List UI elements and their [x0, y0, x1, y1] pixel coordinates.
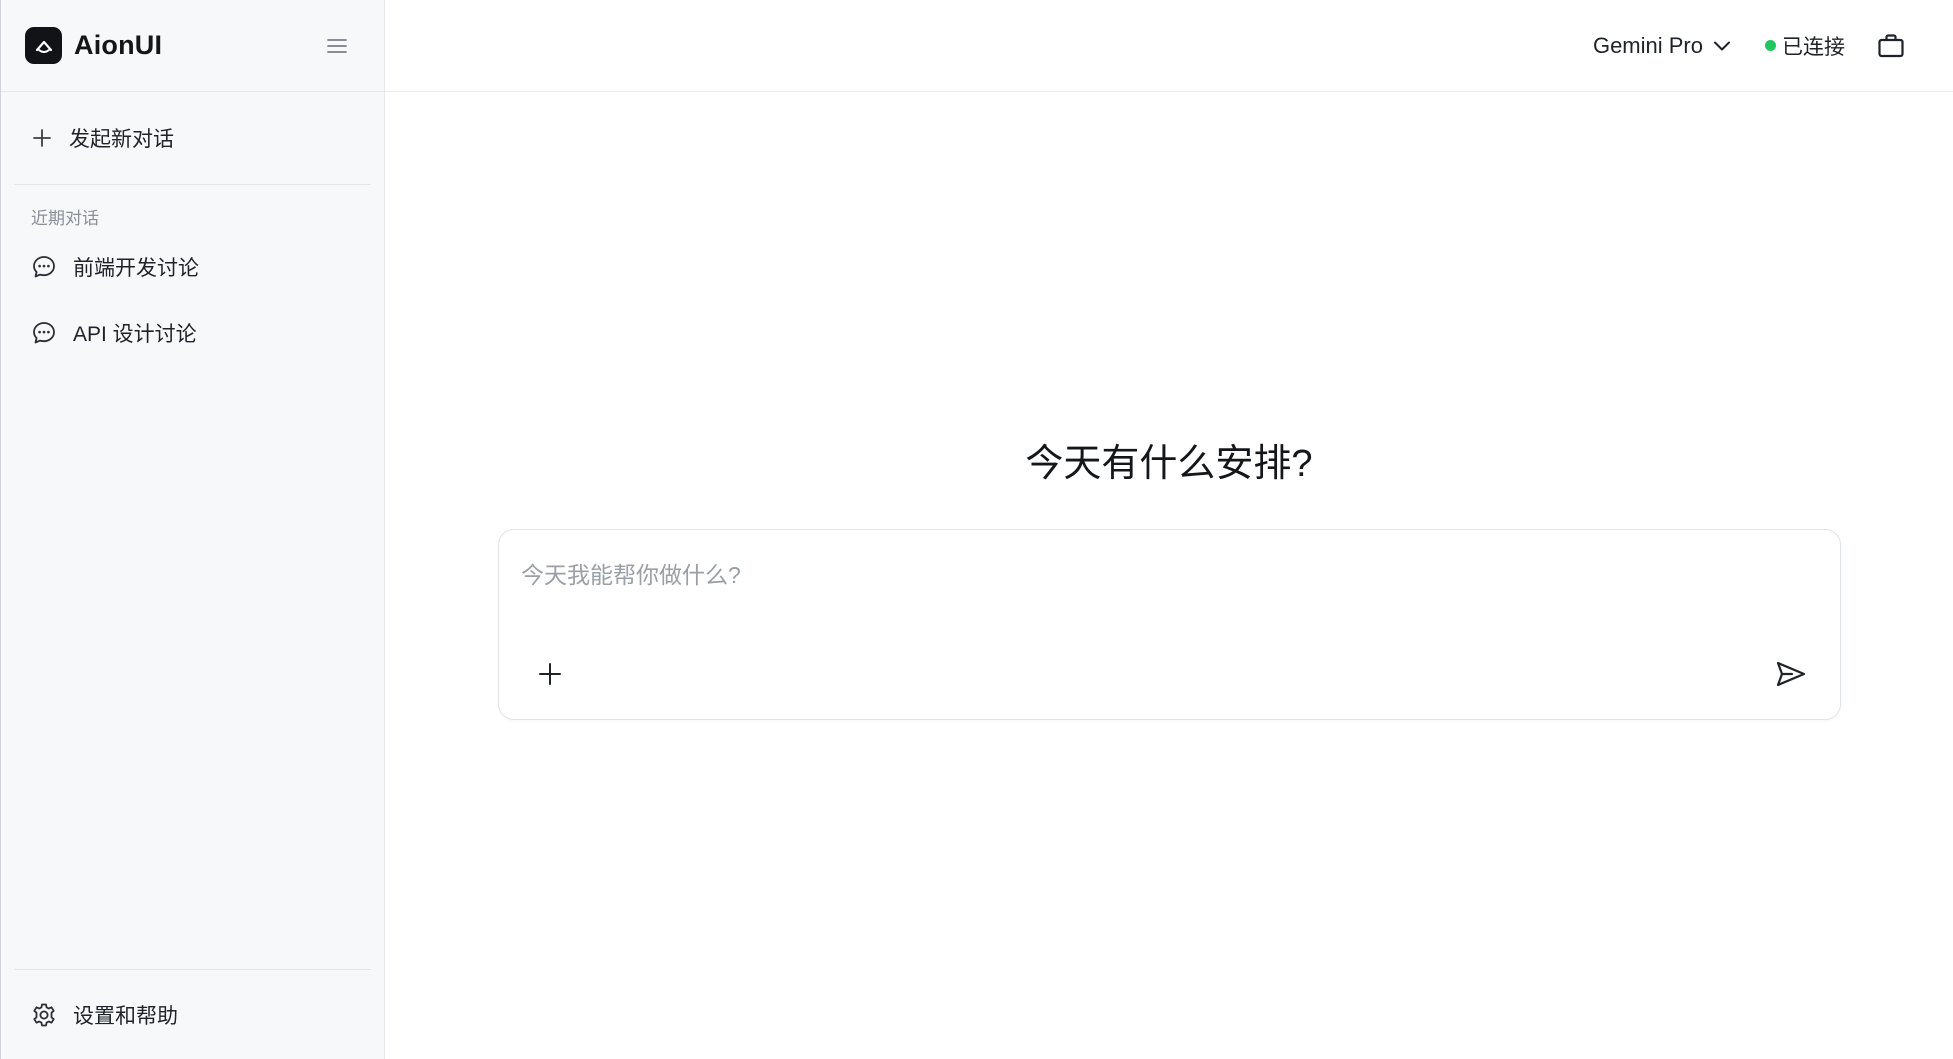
status-text: 已连接	[1782, 35, 1845, 59]
greeting-heading: 今天有什么安排?	[1025, 443, 1313, 485]
chat-bubble-icon	[33, 256, 55, 278]
app-logo-icon	[25, 27, 62, 64]
sidebar-footer: 设置和帮助	[14, 969, 371, 1059]
plus-icon	[33, 129, 51, 147]
recent-section-label: 近期对话	[31, 209, 99, 228]
model-selector[interactable]: Gemini Pro	[1593, 33, 1731, 59]
workspace-button[interactable]	[1875, 30, 1907, 62]
briefcase-icon	[1878, 33, 1904, 57]
gear-icon	[33, 1003, 55, 1027]
plus-icon	[539, 663, 561, 685]
conversation-item[interactable]: 前端开发讨论	[15, 239, 370, 295]
model-name: Gemini Pro	[1592, 32, 1703, 58]
sidebar: AionUI 发起新对话 近期对话 前端开发讨论 API 设计讨论 设置和帮助	[0, 0, 385, 1059]
conversation-label: 前端开发讨论	[73, 257, 199, 280]
new-chat-label: 发起新对话	[69, 128, 174, 151]
sidebar-toggle-button[interactable]	[320, 29, 354, 63]
app-name: AionUI	[74, 30, 163, 60]
new-chat-button[interactable]: 发起新对话	[15, 111, 370, 165]
main-area: Gemini Pro 已连接 今天有什么安排?	[385, 0, 1953, 1059]
settings-help-button[interactable]: 设置和帮助	[14, 988, 371, 1042]
message-composer	[498, 529, 1841, 720]
menu-icon	[327, 38, 347, 53]
sidebar-header: AionUI	[1, 0, 384, 92]
chat-bubble-icon	[33, 322, 55, 344]
send-button[interactable]	[1772, 655, 1810, 693]
status-dot-icon	[1765, 40, 1776, 51]
conversation-label: API 设计讨论	[73, 323, 197, 346]
connection-status: 已连接	[1765, 31, 1845, 61]
conversation-item[interactable]: API 设计讨论	[15, 305, 370, 361]
chevron-down-icon	[1713, 40, 1731, 52]
app-window: AionUI 发起新对话 近期对话 前端开发讨论 API 设计讨论 设置和帮助 …	[0, 0, 1953, 1059]
attach-button[interactable]	[533, 657, 567, 691]
message-input[interactable]	[521, 556, 1811, 616]
send-icon	[1776, 661, 1806, 687]
settings-help-label: 设置和帮助	[73, 1005, 178, 1028]
top-bar: Gemini Pro 已连接	[385, 0, 1953, 92]
conversation-list: 前端开发讨论 API 设计讨论	[1, 239, 384, 361]
